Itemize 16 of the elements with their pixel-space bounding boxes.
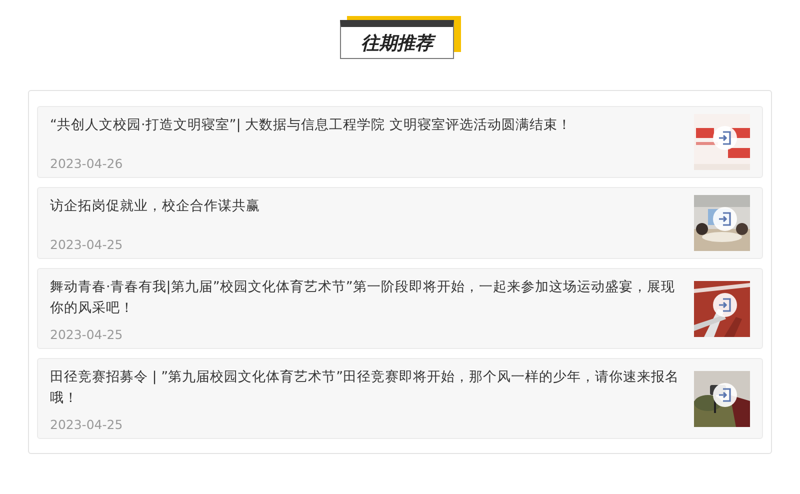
article-card[interactable]: 舞动青春·青春有我|第九届”校园文化体育艺术节”第一阶段即将开始，一起来参加这场运动盛宴，展现你的风采吧！ 2023-04-25 — [37, 268, 763, 349]
article-card[interactable]: 田径竞赛招募令 | ”第九届校园文化体育艺术节”田径竞赛即将开始，那个风一样的少年，请你速来报名哦！ 2023-04-25 — [37, 358, 763, 439]
enter-icon — [713, 126, 737, 150]
article-title: 舞动青春·青春有我|第九届”校园文化体育艺术节”第一阶段即将开始，一起来参加这场运动盛宴，展现你的风采吧！ — [50, 278, 676, 318]
article-card[interactable]: 访企拓岗促就业，校企合作谋共赢 2023-04-25 — [37, 187, 763, 259]
enter-icon — [713, 207, 737, 231]
article-date: 2023-04-25 — [50, 417, 124, 432]
article-date: 2023-04-25 — [50, 327, 124, 342]
article-date: 2023-04-26 — [50, 156, 124, 171]
enter-icon — [713, 292, 737, 316]
enter-icon — [713, 382, 737, 406]
article-title: “共创人文校园·打造文明寝室”| 大数据与信息工程学院 文明寝室评选活动圆满结束！ — [50, 116, 572, 135]
article-date: 2023-04-25 — [50, 237, 124, 252]
article-title: 访企拓岗促就业，校企合作谋共赢 — [50, 197, 261, 216]
article-title: 田径竞赛招募令 | ”第九届校园文化体育艺术节”田径竞赛即将开始，那个风一样的少年，请你速来报名哦！ — [50, 368, 680, 408]
article-card[interactable]: “共创人文校园·打造文明寝室”| 大数据与信息工程学院 文明寝室评选活动圆满结束！ 2023-04-26 — [37, 106, 763, 178]
